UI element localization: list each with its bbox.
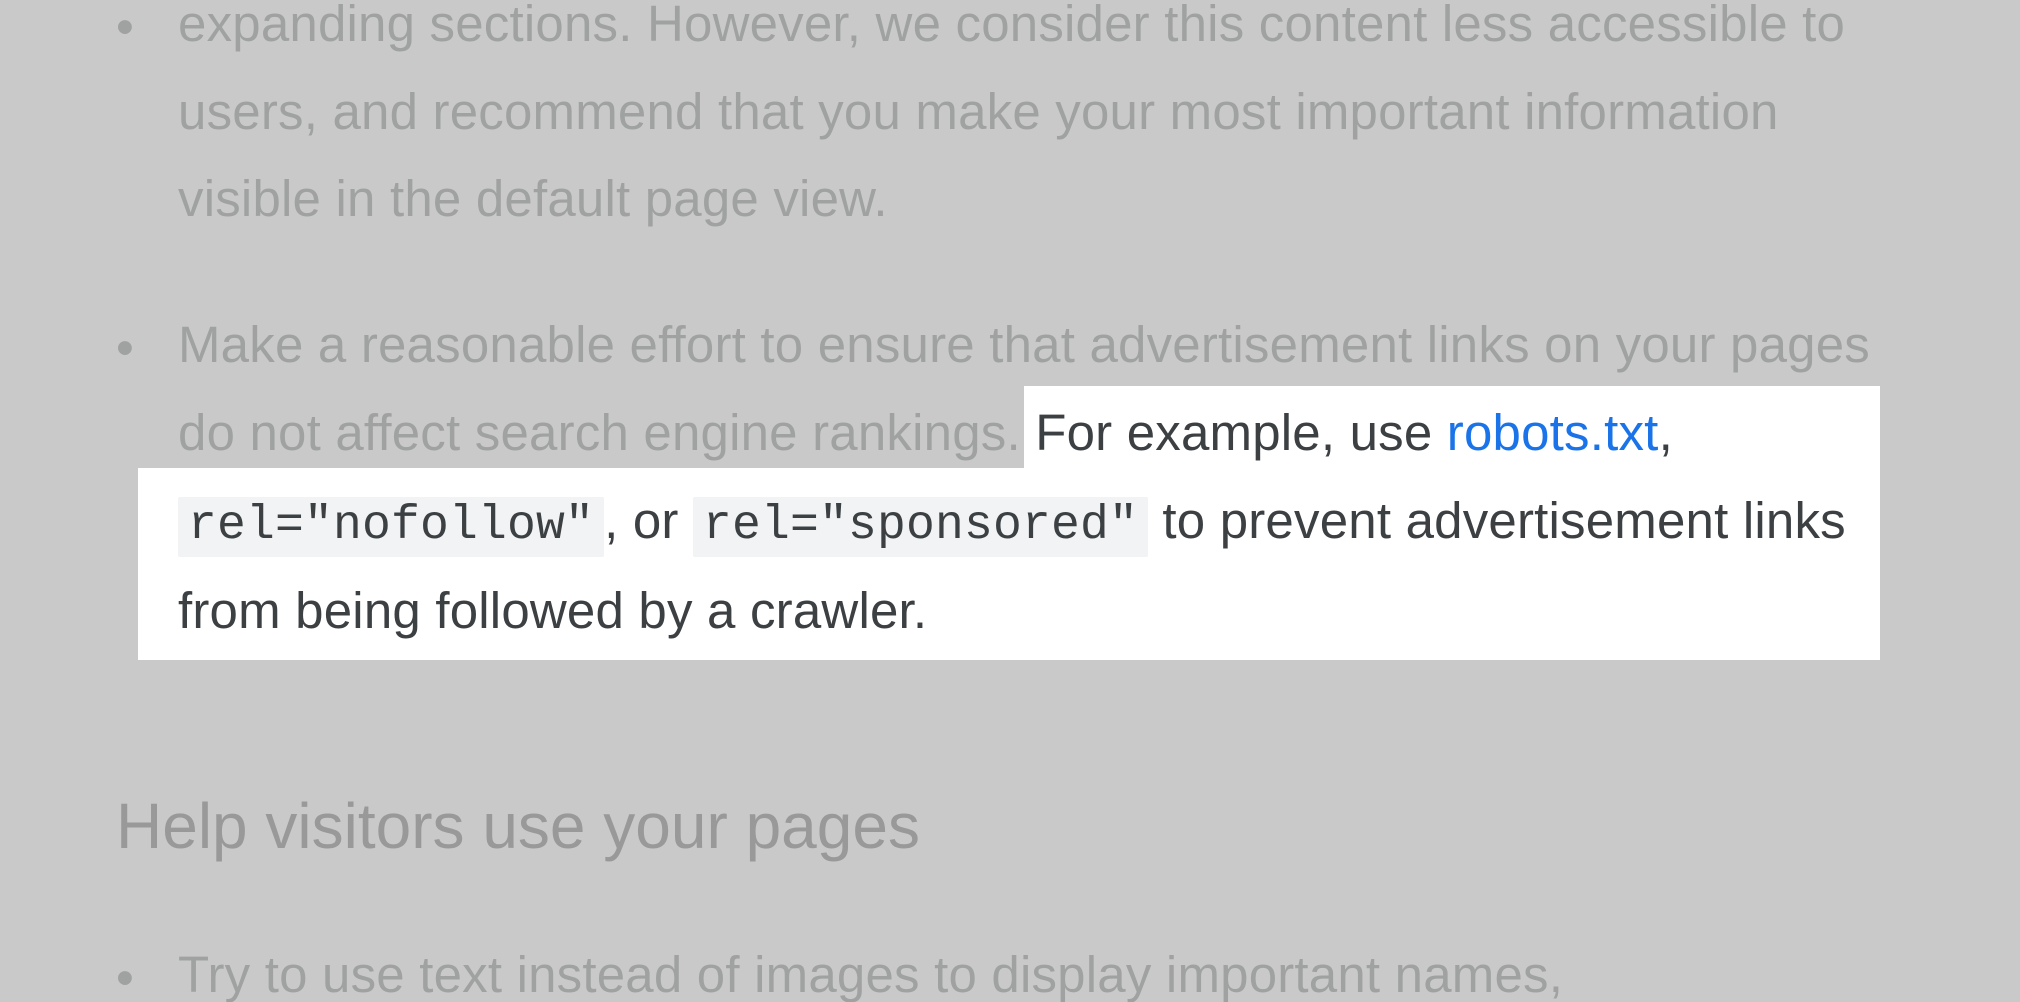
body-text: expanding sections. However, we consider… <box>178 0 1845 227</box>
list-item: • expanding sections. However, we consid… <box>116 0 1896 243</box>
code-sponsored: rel="sponsored" <box>693 497 1148 557</box>
section-heading: Help visitors use your pages <box>116 771 1896 881</box>
bullet-icon: • <box>116 0 134 71</box>
body-text: Try to use text instead of images to dis… <box>178 946 1563 1002</box>
dim-overlay <box>1880 386 2020 468</box>
bullet-icon: • <box>116 304 134 392</box>
document-content: • expanding sections. However, we consid… <box>116 0 1896 1002</box>
robots-txt-link[interactable]: robots.txt <box>1447 404 1659 461</box>
bullet-list: • expanding sections. However, we consid… <box>116 0 1896 655</box>
list-item: • Try to use text instead of images to d… <box>116 931 1896 1002</box>
code-nofollow: rel="nofollow" <box>178 497 604 557</box>
bullet-icon: • <box>116 934 134 1002</box>
dim-overlay <box>1880 468 2020 660</box>
list-item: • Make a reasonable effort to ensure tha… <box>116 301 1896 655</box>
bullet-list: • Try to use text instead of images to d… <box>116 931 1896 1002</box>
separator-text: , <box>1659 404 1673 461</box>
separator-text: , or <box>604 492 693 549</box>
